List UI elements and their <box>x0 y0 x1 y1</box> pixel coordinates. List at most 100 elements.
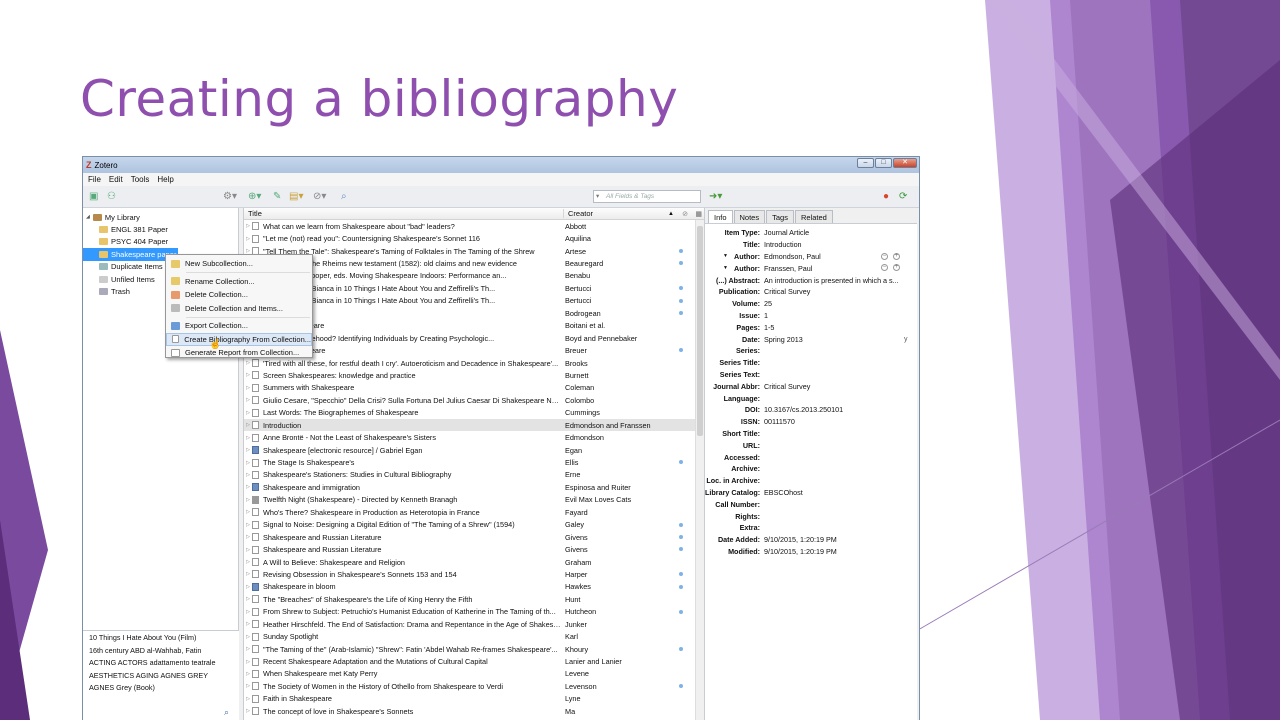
table-row[interactable]: ▷ When Shakespeare met Katy Perry Levene <box>244 668 704 680</box>
table-row[interactable]: ▷ What can we learn from Shakespeare abou… <box>244 220 704 232</box>
expand-twisty-icon[interactable]: ▷ <box>244 236 252 242</box>
field-value[interactable]: 1-5 <box>764 323 904 332</box>
field-value[interactable]: 9/10/2015, 1:20:19 PM <box>764 535 904 544</box>
table-row[interactable]: ▷ Shakespeare and Russian Literature Given… <box>244 531 704 543</box>
menu-tools[interactable]: Tools <box>131 175 150 184</box>
attachment-column-icon[interactable]: ⊘ <box>682 210 688 218</box>
field-value[interactable]: 10.3167/cs.2013.250101 <box>764 405 904 414</box>
table-row[interactable]: ▷ Last Words: The Biographemes of Shakesp… <box>244 407 704 419</box>
scrollbar-thumb[interactable] <box>697 226 703 436</box>
search-input[interactable]: ▾ All Fields & Tags <box>593 190 701 203</box>
table-row[interactable]: ▷Sarah Karim-Cooper, eds. Moving Shakesp… <box>244 270 704 282</box>
table-row[interactable]: ▷ A Will to Believe: Shakespeare and Reli… <box>244 556 704 568</box>
expand-twisty-icon[interactable]: ▷ <box>244 609 252 615</box>
tag-row[interactable]: AESTHETICS AGING AGNES GREY <box>83 671 239 684</box>
table-row[interactable]: ▷ "Let me (not) read you": Countersigning… <box>244 232 704 244</box>
expand-twisty-icon[interactable]: ▷ <box>244 435 252 441</box>
add-by-identifier-icon[interactable]: ✎ <box>273 191 281 202</box>
expand-twisty-icon[interactable]: ▷ <box>244 596 252 602</box>
expand-twisty-icon[interactable]: ▷ <box>244 223 252 229</box>
attachment-dot-icon[interactable] <box>679 684 683 689</box>
table-row[interactable]: ▷by Recovering Bianca in 10 Things I Hat… <box>244 295 704 307</box>
table-row[interactable]: ▷ Shakespeare and immigration Espinosa and… <box>244 481 704 493</box>
table-row[interactable]: ▷by Recovering Bianca in 10 Things I Hat… <box>244 282 704 294</box>
tag-row[interactable]: AGNES Grey (Book) <box>83 683 239 696</box>
expand-twisty-icon[interactable]: ▷ <box>244 534 252 540</box>
field-value[interactable]: Journal Article <box>764 228 904 237</box>
menu-generate-report[interactable]: Generate Report from Collection... <box>166 346 312 360</box>
sync-icon[interactable]: ⟳ <box>899 191 907 202</box>
attachment-dot-icon[interactable] <box>679 348 683 353</box>
tree-psyc-404[interactable]: PSYC 404 Paper <box>83 236 238 248</box>
table-row[interactable]: ▷ Shakespeare and Russian Literature Given… <box>244 543 704 555</box>
new-note-icon[interactable]: ▤▾ <box>289 191 303 202</box>
tree-my-library[interactable]: ◢ My Library <box>83 211 238 223</box>
field-value[interactable]: An introduction is presented in which a … <box>764 276 904 285</box>
remove-author-icon[interactable]: − <box>881 252 888 260</box>
table-row[interactable]: ▷ng to ShakespeareBoitani et al. <box>244 320 704 332</box>
menu-file[interactable]: File <box>88 175 101 184</box>
attachment-dot-icon[interactable] <box>679 646 683 651</box>
table-row[interactable]: ▷ The Stage Is Shakespeare's Ellis <box>244 456 704 468</box>
table-row[interactable]: ▷ Twelfth Night (Shakespeare) - Directed … <box>244 494 704 506</box>
field-value[interactable]: Critical Survey <box>764 287 904 296</box>
menu-delete-collection-items[interactable]: Delete Collection and Items... <box>166 302 312 316</box>
tag-row[interactable]: 10 Things I Hate About You (Film) <box>83 633 239 646</box>
tab-related[interactable]: Related <box>794 210 833 223</box>
expand-twisty-icon[interactable]: ▷ <box>244 360 252 366</box>
table-row[interactable]: ▷ Screen Shakespeares: knowledge and prac… <box>244 369 704 381</box>
expand-twisty-icon[interactable]: ▷ <box>244 659 252 665</box>
column-title[interactable]: Title <box>244 209 564 218</box>
expand-twisty-icon[interactable]: ▷ <box>244 634 252 640</box>
table-row[interactable]: ▷GamesBodrogean <box>244 307 704 319</box>
expand-twisty-icon[interactable]: ▷ <box>244 571 252 577</box>
attachment-dot-icon[interactable] <box>679 534 683 539</box>
expand-twisty-icon[interactable]: ▷ <box>244 621 252 627</box>
expand-twisty-icon[interactable]: ▷ <box>244 522 252 528</box>
field-value[interactable]: EBSCOhost <box>764 488 904 497</box>
expand-twisty-icon[interactable]: ▷ <box>244 460 252 466</box>
add-author-icon[interactable]: + <box>893 252 900 260</box>
expand-twisty-icon[interactable]: ▷ <box>244 547 252 553</box>
author-dropdown-icon[interactable]: ▼ <box>723 265 728 271</box>
field-value[interactable]: Spring 2013 <box>764 335 904 344</box>
attachment-dot-icon[interactable] <box>679 547 683 552</box>
attachment-dot-icon[interactable] <box>679 298 683 303</box>
new-item-icon[interactable]: ⊕▾ <box>248 191 261 202</box>
menu-help[interactable]: Help <box>157 175 173 184</box>
attachment-dot-icon[interactable] <box>679 248 683 253</box>
table-row[interactable]: ▷ Giulio Cesare, "Specchio" Della Crisi? … <box>244 394 704 406</box>
attachment-icon[interactable]: ⊘▾ <box>313 191 326 202</box>
author-dropdown-icon[interactable]: ▼ <box>723 253 728 259</box>
column-creator[interactable]: Creator <box>564 209 674 218</box>
table-row[interactable]: ▷ "The Taming of the" (Arab-Islamic) "Shr… <box>244 643 704 655</box>
maximize-button[interactable]: □ <box>875 158 892 168</box>
table-row[interactable]: ▷ Recent Shakespeare Adaptation and the M… <box>244 655 704 667</box>
expand-twisty-icon[interactable]: ▷ <box>244 484 252 490</box>
minimize-button[interactable]: – <box>857 158 874 168</box>
field-value[interactable]: 9/10/2015, 1:20:19 PM <box>764 547 904 556</box>
expand-twisty-icon[interactable]: ▷ <box>244 497 252 503</box>
sync-arrow-icon[interactable]: ➜▾ <box>709 191 722 202</box>
new-group-icon[interactable]: ⚇ <box>107 191 116 202</box>
field-value[interactable]: Critical Survey <box>764 382 904 391</box>
table-row[interactable]: ▷ Introduction Edmondson and Franssen <box>244 419 704 432</box>
tab-tags[interactable]: Tags <box>766 210 794 223</box>
close-button[interactable]: ✕ <box>893 158 917 168</box>
column-picker-icon[interactable]: ▦ <box>695 210 702 218</box>
expand-twisty-icon[interactable]: ▷ <box>244 397 252 403</box>
expand-twisty-icon[interactable]: ▷ <box>244 683 252 689</box>
table-row[interactable]: ▷ 'Tired with all these, for restful deat… <box>244 357 704 369</box>
table-row[interactable]: ▷ite Double Falsehood? Identifying Indiv… <box>244 332 704 344</box>
attachment-dot-icon[interactable] <box>679 460 683 465</box>
expand-twisty-icon[interactable]: ▷ <box>244 559 252 565</box>
field-value[interactable]: 00111570 <box>764 417 904 426</box>
expand-twisty-icon[interactable]: ▷ <box>244 410 252 416</box>
table-row[interactable]: ▷ Heather Hirschfeld. The End of Satisfac… <box>244 618 704 630</box>
expand-twisty-icon[interactable]: ▷ <box>244 422 252 428</box>
expand-twisty-icon[interactable]: ▷ <box>244 385 252 391</box>
attachment-dot-icon[interactable] <box>679 584 683 589</box>
expand-twisty-icon[interactable]: ▷ <box>244 708 252 714</box>
menu-delete-collection[interactable]: Delete Collection... <box>166 288 312 302</box>
expand-twisty-icon[interactable]: ▷ <box>244 472 252 478</box>
